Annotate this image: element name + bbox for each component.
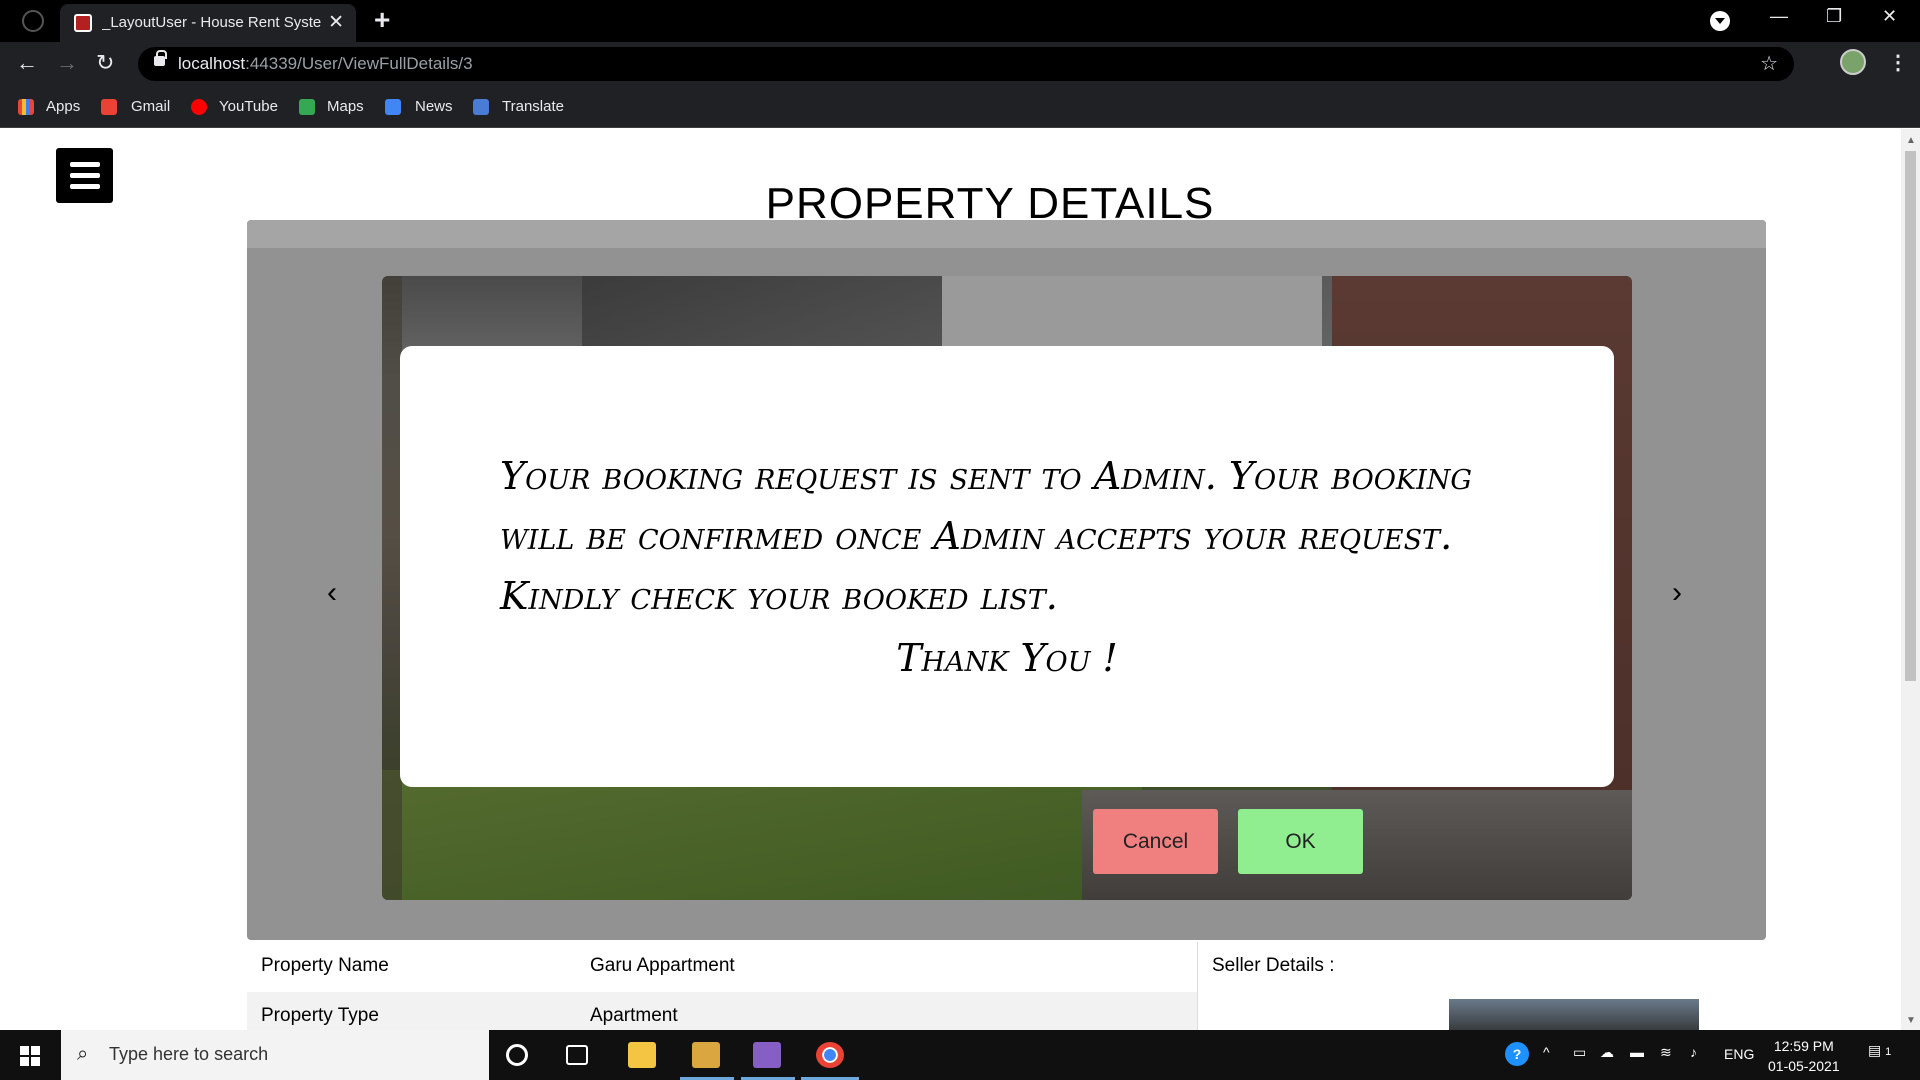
meet-icon[interactable]: ▭: [1573, 1044, 1586, 1061]
gmail-icon: [101, 99, 117, 115]
task-view-icon[interactable]: [566, 1045, 588, 1065]
detail-key: Property Name: [261, 955, 389, 976]
modal-thanks: Thank You !: [896, 636, 1118, 680]
battery-icon[interactable]: ▬: [1630, 1044, 1644, 1060]
search-placeholder: Type here to search: [109, 1044, 269, 1064]
menu-kebab-icon[interactable]: ⋮: [1888, 50, 1908, 75]
tab-search-icon[interactable]: [1710, 11, 1730, 31]
seller-details: Seller Details :: [1197, 942, 1766, 1030]
profile-avatar[interactable]: [1840, 49, 1866, 75]
translate-icon: [473, 99, 489, 115]
chevron-up-icon[interactable]: ^: [1543, 1044, 1550, 1060]
address-bar[interactable]: localhost:44339/User/ViewFullDetails/3 ☆: [138, 47, 1794, 81]
tab-title: _LayoutUser - House Rent System: [102, 14, 322, 31]
taskbar-clock[interactable]: 12:59 PM 01-05-2021: [1768, 1036, 1840, 1076]
reload-icon[interactable]: ↻: [96, 50, 114, 76]
notification-count: 1: [1885, 1046, 1892, 1058]
bookmark-apps[interactable]: Apps: [46, 98, 80, 115]
language-indicator[interactable]: ENG: [1724, 1046, 1754, 1062]
lock-icon[interactable]: [154, 50, 167, 66]
cancel-button[interactable]: Cancel: [1093, 809, 1218, 874]
maps-icon: [299, 99, 315, 115]
booking-confirmation-modal: Your booking request is sent to Admin. Y…: [400, 346, 1614, 787]
new-tab-button[interactable]: +: [374, 4, 390, 36]
bookmark-news[interactable]: News: [415, 98, 453, 115]
help-icon[interactable]: ?: [1505, 1042, 1529, 1066]
property-details-table: Property Name Garu Appartment Property T…: [247, 942, 1766, 1030]
modal-message: Your booking request is sent to Admin. Y…: [500, 454, 1472, 618]
tab-close-icon[interactable]: ✕: [328, 11, 344, 34]
seller-photo: [1449, 999, 1699, 1030]
table-row: Property Name Garu Appartment: [247, 942, 1197, 992]
volume-icon[interactable]: ♪: [1690, 1044, 1697, 1060]
detail-value: Garu Appartment: [590, 955, 735, 976]
file-explorer-icon[interactable]: [628, 1042, 656, 1068]
clock-date: 01-05-2021: [1768, 1058, 1840, 1074]
browser-tab[interactable]: _LayoutUser - House Rent System ✕: [60, 4, 356, 42]
scroll-down-icon[interactable]: ▼: [1906, 1015, 1916, 1026]
wifi-icon[interactable]: ≋: [1660, 1044, 1672, 1061]
bookmarks-bar: Apps Gmail YouTube Maps News Translate: [0, 86, 1920, 128]
visual-studio-icon[interactable]: [753, 1042, 781, 1068]
restore-icon[interactable]: ❐: [1826, 6, 1842, 27]
detail-key: Property Type: [261, 1005, 379, 1026]
github-icon[interactable]: [22, 10, 44, 32]
bookmark-youtube[interactable]: YouTube: [219, 98, 278, 115]
photo-lawn: [382, 770, 1142, 900]
site-favicon-icon: [74, 14, 92, 32]
bookmark-maps[interactable]: Maps: [327, 98, 364, 115]
detail-value: Apartment: [590, 1005, 678, 1026]
ok-button[interactable]: OK: [1238, 809, 1363, 874]
url-text: localhost:44339/User/ViewFullDetails/3: [178, 54, 473, 73]
table-row: Property Type Apartment: [247, 992, 1197, 1030]
carousel-next-button[interactable]: ›: [1672, 576, 1682, 610]
carousel-prev-button[interactable]: ‹: [327, 576, 337, 610]
browser-toolbar: ← → ↻ localhost:44339/User/ViewFullDetai…: [0, 42, 1920, 86]
bookmark-translate[interactable]: Translate: [502, 98, 564, 115]
menu-bar-icon: [70, 162, 100, 167]
cortana-icon[interactable]: [506, 1044, 528, 1066]
search-icon: ⌕: [77, 1043, 89, 1065]
app-icon[interactable]: [692, 1042, 720, 1068]
details-left: Property Name Garu Appartment Property T…: [247, 942, 1197, 1030]
notification-icon[interactable]: ▤ 1: [1868, 1042, 1891, 1059]
windows-taskbar: ⌕ Type here to search ? ^ ▭ ☁ ▬ ≋ ♪ ENG …: [0, 1030, 1920, 1080]
bookmark-star-icon[interactable]: ☆: [1760, 51, 1778, 76]
scrollbar-thumb[interactable]: [1905, 151, 1916, 681]
bookmark-gmail[interactable]: Gmail: [131, 98, 170, 115]
page-content: ‹ › PROPERTY DETAILS Your booking reques…: [0, 129, 1901, 1030]
photo-wall: [942, 276, 1322, 356]
photo-tree: [382, 276, 402, 900]
close-window-icon[interactable]: ✕: [1882, 6, 1897, 27]
clock-time: 12:59 PM: [1773, 1038, 1834, 1054]
minimize-icon[interactable]: —: [1770, 6, 1788, 27]
chrome-icon[interactable]: [816, 1042, 844, 1068]
seller-details-label: Seller Details :: [1212, 955, 1335, 976]
page-title: PROPERTY DETAILS: [765, 179, 1215, 228]
windows-start-icon[interactable]: [20, 1046, 40, 1066]
taskbar-search[interactable]: ⌕ Type here to search: [61, 1030, 489, 1080]
forward-icon[interactable]: →: [56, 50, 78, 76]
browser-titlebar: _LayoutUser - House Rent System ✕ + — ❐ …: [0, 0, 1920, 42]
menu-bar-icon: [70, 173, 100, 178]
youtube-icon: [191, 99, 207, 115]
news-icon: [385, 99, 401, 115]
apps-grid-icon: [18, 99, 34, 115]
onedrive-icon[interactable]: ☁: [1600, 1044, 1614, 1061]
back-icon[interactable]: ←: [16, 50, 38, 76]
page-scrollbar[interactable]: ▲ ▼: [1901, 129, 1920, 1030]
scroll-up-icon[interactable]: ▲: [1906, 135, 1916, 146]
